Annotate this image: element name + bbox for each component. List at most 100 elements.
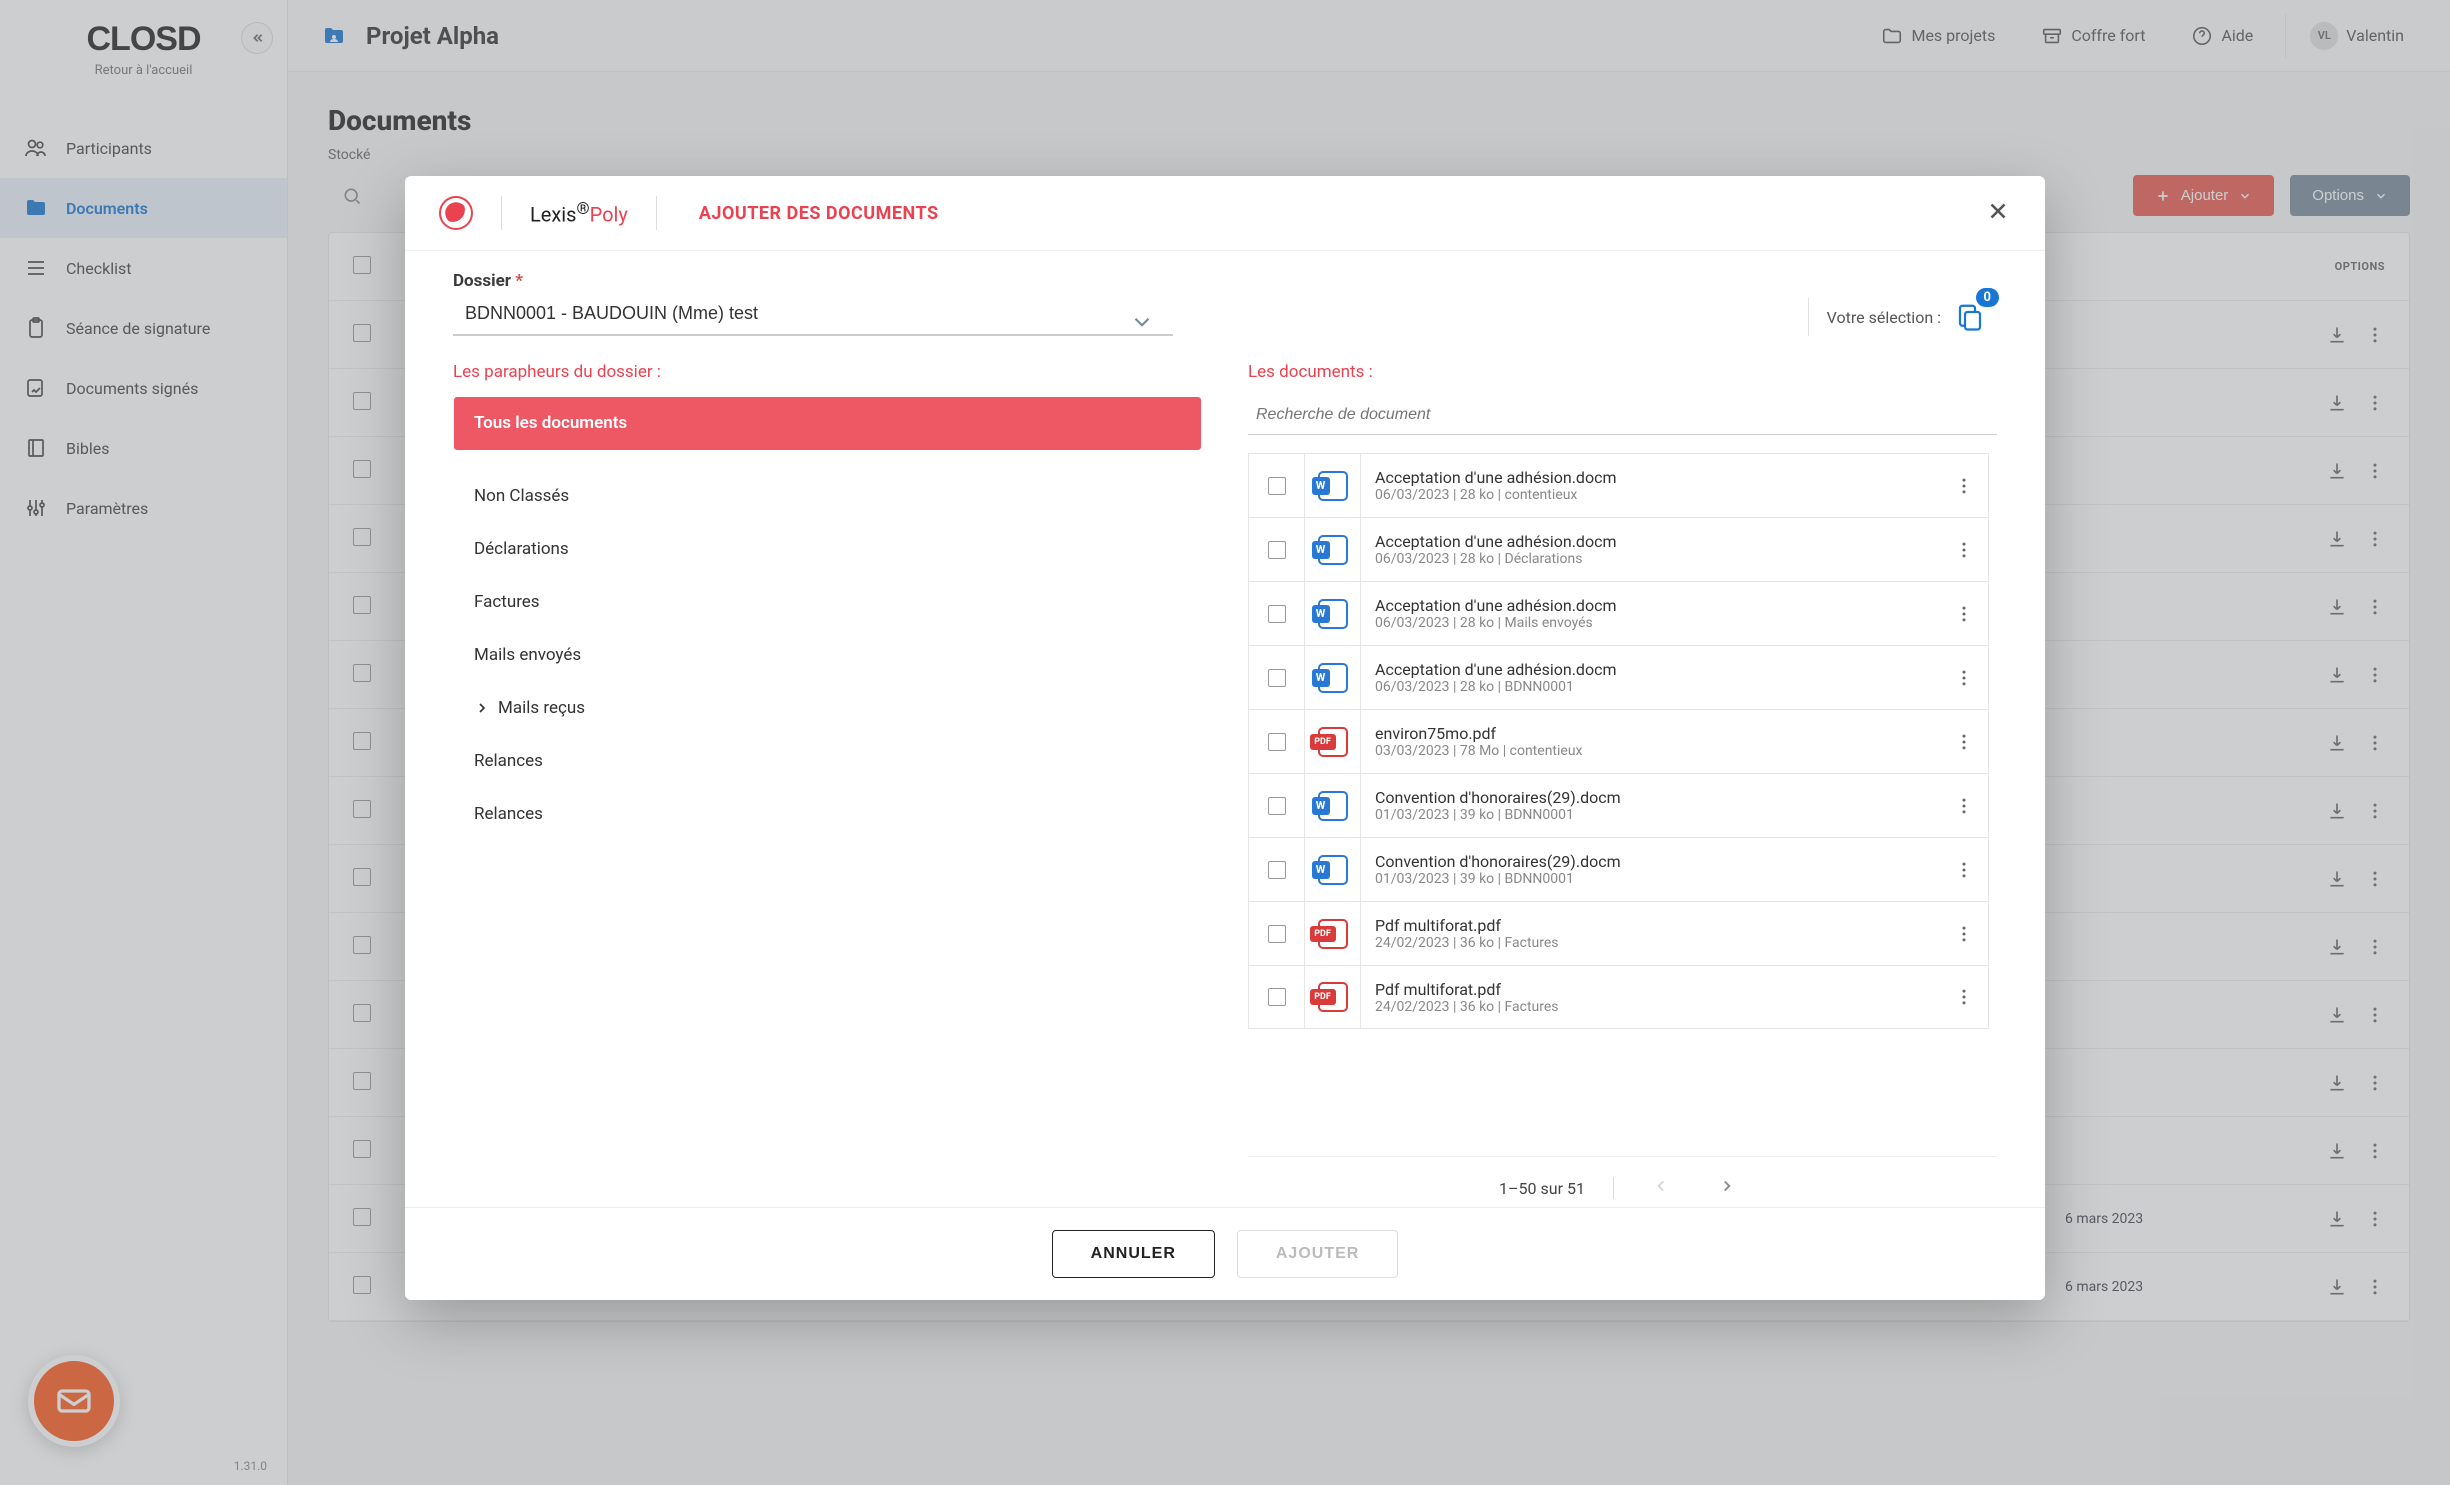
doc-name: Convention d'honoraires(29).docm (1375, 852, 1926, 871)
more-icon (1954, 476, 1974, 496)
document-row[interactable]: Pdf multiforat.pdf 24/02/2023 | 36 ko | … (1248, 965, 1989, 1029)
word-icon (1318, 855, 1348, 885)
category-item[interactable]: Relances (454, 788, 1201, 841)
pager-prev[interactable] (1642, 1173, 1680, 1203)
category-item[interactable]: Mails envoyés (454, 629, 1201, 682)
more-icon (1954, 796, 1974, 816)
category-label: Déclarations (474, 539, 569, 559)
document-row[interactable]: Acceptation d'une adhésion.docm 06/03/20… (1248, 645, 1989, 709)
doc-options[interactable] (1940, 987, 1988, 1007)
pdf-icon (1318, 982, 1348, 1012)
category-label: Factures (474, 592, 540, 612)
documents-panel: Les documents : Acceptation d'une adhési… (1248, 362, 1997, 1207)
word-icon (1318, 471, 1348, 501)
selection-count-badge: 0 (1976, 288, 1999, 307)
doc-meta: 06/03/2023 | 28 ko | Déclarations (1375, 551, 1926, 567)
lexis-poly-icon (439, 196, 473, 230)
document-row[interactable]: Convention d'honoraires(29).docm 01/03/2… (1248, 837, 1989, 901)
dossier-label: Dossier * (453, 271, 1173, 291)
doc-name: Acceptation d'une adhésion.docm (1375, 596, 1926, 615)
doc-checkbox[interactable] (1268, 669, 1286, 687)
documents-title: Les documents : (1248, 362, 1997, 382)
category-label: Non Classés (474, 486, 569, 506)
pagination: 1–50 sur 51 (1248, 1156, 1997, 1207)
modal-header: Lexis®Poly AJOUTER DES DOCUMENTS (405, 176, 2045, 251)
divider (501, 196, 502, 230)
more-icon (1954, 604, 1974, 624)
selection-label: Votre sélection : (1827, 308, 1941, 327)
dossier-select[interactable] (453, 293, 1173, 336)
category-label: Mails reçus (498, 698, 585, 718)
close-icon (1985, 198, 2011, 224)
doc-meta: 01/03/2023 | 39 ko | BDNN0001 (1375, 807, 1926, 823)
doc-options[interactable] (1940, 860, 1988, 880)
doc-checkbox[interactable] (1268, 605, 1286, 623)
doc-meta: 24/02/2023 | 36 ko | Factures (1375, 999, 1926, 1015)
categories-panel: Les parapheurs du dossier : Tous les doc… (453, 362, 1202, 1207)
pager-next[interactable] (1708, 1173, 1746, 1203)
doc-checkbox[interactable] (1268, 988, 1286, 1006)
doc-meta: 06/03/2023 | 28 ko | BDNN0001 (1375, 679, 1926, 695)
more-icon (1954, 860, 1974, 880)
word-icon (1318, 535, 1348, 565)
doc-options[interactable] (1940, 540, 1988, 560)
category-item[interactable]: Non Classés (454, 470, 1201, 523)
doc-name: Pdf multiforat.pdf (1375, 916, 1926, 935)
document-row[interactable]: Acceptation d'une adhésion.docm 06/03/20… (1248, 517, 1989, 581)
doc-name: Acceptation d'une adhésion.docm (1375, 660, 1926, 679)
category-item[interactable]: Tous les documents (454, 397, 1201, 450)
document-row[interactable]: Pdf multiforat.pdf 24/02/2023 | 36 ko | … (1248, 901, 1989, 965)
doc-name: Convention d'honoraires(29).docm (1375, 788, 1926, 807)
more-icon (1954, 668, 1974, 688)
document-row[interactable]: Convention d'honoraires(29).docm 01/03/2… (1248, 773, 1989, 837)
pdf-icon (1318, 919, 1348, 949)
more-icon (1954, 987, 1974, 1007)
doc-checkbox[interactable] (1268, 541, 1286, 559)
doc-name: Pdf multiforat.pdf (1375, 980, 1926, 999)
doc-checkbox[interactable] (1268, 797, 1286, 815)
confirm-add-button[interactable]: AJOUTER (1237, 1230, 1398, 1278)
doc-options[interactable] (1940, 924, 1988, 944)
document-row[interactable]: Acceptation d'une adhésion.docm 06/03/20… (1248, 453, 1989, 517)
doc-checkbox[interactable] (1268, 477, 1286, 495)
doc-checkbox[interactable] (1268, 861, 1286, 879)
category-item[interactable]: Factures (454, 576, 1201, 629)
doc-options[interactable] (1940, 604, 1988, 624)
doc-options[interactable] (1940, 476, 1988, 496)
document-row[interactable]: environ75mo.pdf 03/03/2023 | 78 Mo | con… (1248, 709, 1989, 773)
doc-meta: 06/03/2023 | 28 ko | contentieux (1375, 487, 1926, 503)
doc-checkbox[interactable] (1268, 733, 1286, 751)
doc-name: Acceptation d'une adhésion.docm (1375, 468, 1926, 487)
chevron-down-icon (1129, 309, 1155, 335)
copy-icon (1955, 302, 1985, 332)
category-label: Relances (474, 804, 543, 824)
document-search-input[interactable] (1248, 396, 1997, 435)
modal-body: Les parapheurs du dossier : Tous les doc… (405, 342, 2045, 1207)
word-icon (1318, 663, 1348, 693)
document-row[interactable]: Acceptation d'une adhésion.docm 06/03/20… (1248, 581, 1989, 645)
category-label: Relances (474, 751, 543, 771)
doc-options[interactable] (1940, 732, 1988, 752)
doc-name: environ75mo.pdf (1375, 724, 1926, 743)
cancel-button[interactable]: ANNULER (1052, 1230, 1215, 1278)
dossier-field: Dossier * (453, 271, 1173, 336)
selection-counter[interactable]: Votre sélection : 0 (1808, 298, 1997, 336)
category-item[interactable]: Mails reçus (454, 682, 1201, 735)
close-button[interactable] (1985, 197, 2011, 229)
chevron-right-icon (474, 700, 490, 716)
doc-options[interactable] (1940, 668, 1988, 688)
category-item[interactable]: Déclarations (454, 523, 1201, 576)
brand-text: Lexis®Poly (530, 200, 628, 227)
document-list: Acceptation d'une adhésion.docm 06/03/20… (1248, 453, 1997, 1156)
doc-options[interactable] (1940, 796, 1988, 816)
chevron-left-icon (1652, 1177, 1670, 1195)
pager-range: 1–50 sur 51 (1499, 1179, 1585, 1198)
doc-checkbox[interactable] (1268, 925, 1286, 943)
category-label: Mails envoyés (474, 645, 581, 665)
category-item[interactable]: Relances (454, 735, 1201, 788)
modal-top-section: Dossier * Votre sélection : 0 (405, 251, 2045, 342)
doc-meta: 01/03/2023 | 39 ko | BDNN0001 (1375, 871, 1926, 887)
word-icon (1318, 791, 1348, 821)
doc-name: Acceptation d'une adhésion.docm (1375, 532, 1926, 551)
divider (1613, 1177, 1614, 1199)
